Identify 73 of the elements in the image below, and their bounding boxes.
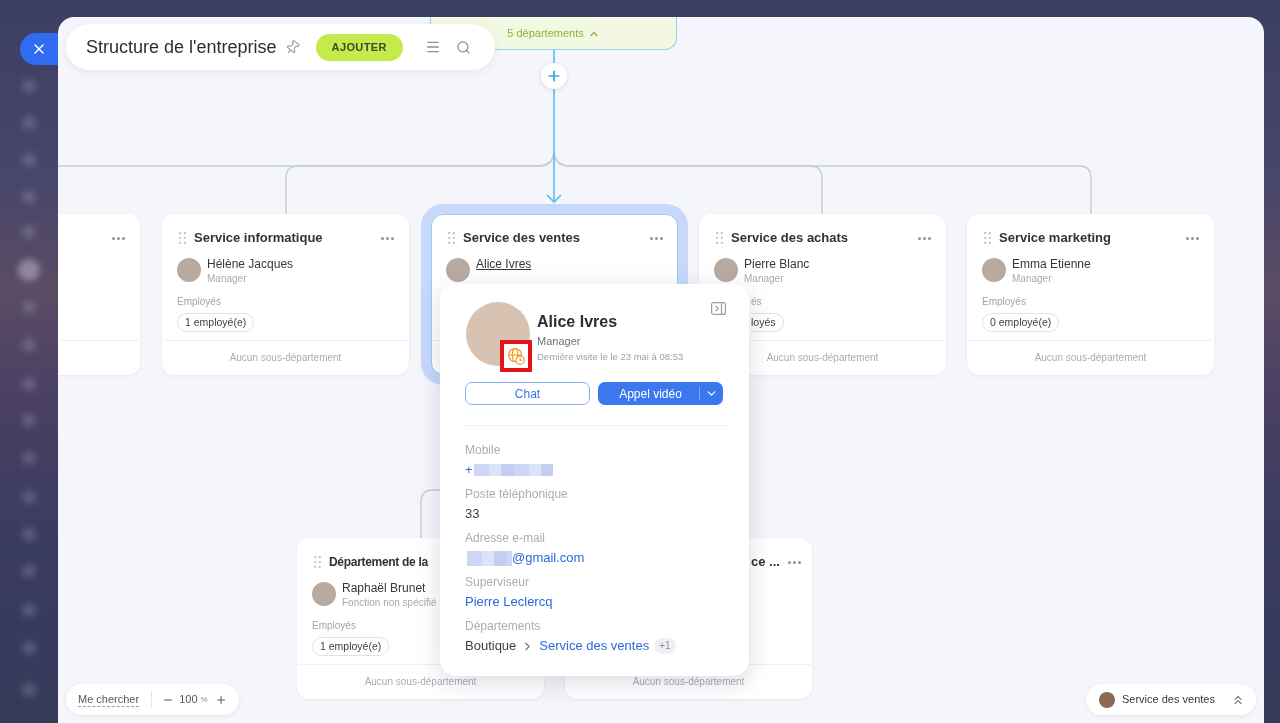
drag-handle-icon[interactable] — [314, 556, 321, 568]
side-panel-icon[interactable] — [711, 302, 726, 315]
employees-label: és — [751, 296, 762, 308]
more-icon[interactable] — [1186, 236, 1199, 240]
avatar — [177, 258, 201, 282]
drag-handle-icon[interactable] — [716, 232, 723, 244]
employees-label: Employés — [982, 296, 1026, 308]
department-name[interactable]: Service des ventes — [1122, 693, 1215, 706]
connector-line — [420, 489, 441, 539]
drag-handle-icon[interactable] — [448, 232, 455, 244]
department-card[interactable]: Service informatique Hélène Jacques Manager Employés 1 employé(e) Aucun sous-département — [162, 214, 409, 375]
department-title: Service informatique — [194, 230, 323, 246]
zoom-unit: % — [200, 694, 208, 705]
manager-name[interactable]: Pierre Blanc — [744, 258, 810, 271]
search-icon[interactable] — [455, 39, 471, 55]
manager-name[interactable]: Alice Ivres — [476, 258, 532, 271]
avatar — [312, 582, 336, 606]
profile-role: Manager — [537, 334, 582, 348]
department-title: Département de la — [329, 554, 428, 570]
drag-handle-icon[interactable] — [179, 232, 186, 244]
avatar — [714, 258, 738, 282]
department-name: Boutique — [465, 637, 517, 655]
manager-role: Manager — [207, 273, 248, 284]
phone-number[interactable]: + — [465, 461, 473, 479]
field-label: Superviseur — [465, 574, 531, 590]
manager-name[interactable]: Hélène Jacques — [207, 258, 294, 271]
manager-name[interactable]: Emma Etienne — [1012, 258, 1091, 271]
pixelated-redaction — [467, 550, 512, 566]
close-button[interactable] — [20, 33, 58, 65]
more-icon[interactable] — [381, 236, 394, 240]
more-icon[interactable] — [918, 236, 931, 240]
drag-handle-icon[interactable] — [984, 232, 991, 244]
subdepartment-note: Aucun sous-département — [1034, 351, 1147, 364]
field-label: Mobile — [465, 442, 502, 458]
employees-label: Employés — [312, 620, 356, 632]
field-label: Départements — [465, 618, 542, 634]
manager-role: Fonction non spécifié — [342, 597, 437, 608]
subdepartment-note: Aucun sous-département — [364, 675, 477, 688]
add-node-button[interactable] — [541, 63, 567, 89]
video-call-button[interactable]: Appel vidéo — [598, 382, 699, 405]
menu-icon[interactable] — [424, 39, 441, 55]
manager-name[interactable]: Raphaël Brunet — [342, 582, 437, 595]
chat-button[interactable]: Chat — [465, 382, 590, 405]
globe-clock-icon — [507, 347, 525, 365]
field-value: 33 — [465, 505, 480, 523]
subdepartment-note: Aucun sous-département — [229, 351, 342, 364]
add-button[interactable]: AJOUTER — [315, 33, 403, 61]
department-title: ce ... — [751, 554, 780, 570]
call-options-button[interactable] — [699, 382, 723, 405]
avatar — [982, 258, 1006, 282]
department-card[interactable]: Service marketing Emma Etienne Manager Employés 0 employé(e) Aucun sous-département — [967, 214, 1214, 375]
field-label: Poste téléphonique — [465, 486, 569, 502]
employees-label: Employés — [177, 296, 221, 308]
close-icon — [31, 41, 47, 57]
avatar — [1099, 691, 1115, 708]
more-icon[interactable] — [650, 236, 663, 240]
last-seen: Dernière visite le le 23 mai à 08:53 — [537, 351, 684, 363]
manager-role: Manager — [1012, 273, 1053, 284]
subdepartment-note: Aucun sous-département — [632, 675, 745, 688]
plus-icon — [546, 68, 562, 84]
avatar — [446, 258, 470, 282]
subdepartment-note: Aucun sous-département — [766, 351, 879, 364]
manager-role: Manager — [744, 273, 785, 284]
department-title: Service des achats — [731, 230, 849, 246]
department-title: Service des ventes — [463, 230, 581, 246]
profile-name: Alice Ivres — [537, 312, 619, 332]
plus-icon[interactable] — [214, 693, 227, 706]
more-icon[interactable] — [112, 236, 125, 240]
page-title: Structure de l'entreprise — [86, 36, 277, 58]
department-title: Service marketing — [999, 230, 1111, 246]
find-me-link[interactable]: Me chercher — [78, 692, 140, 707]
zoom-level: 100 — [179, 693, 198, 706]
more-icon[interactable] — [787, 560, 801, 564]
